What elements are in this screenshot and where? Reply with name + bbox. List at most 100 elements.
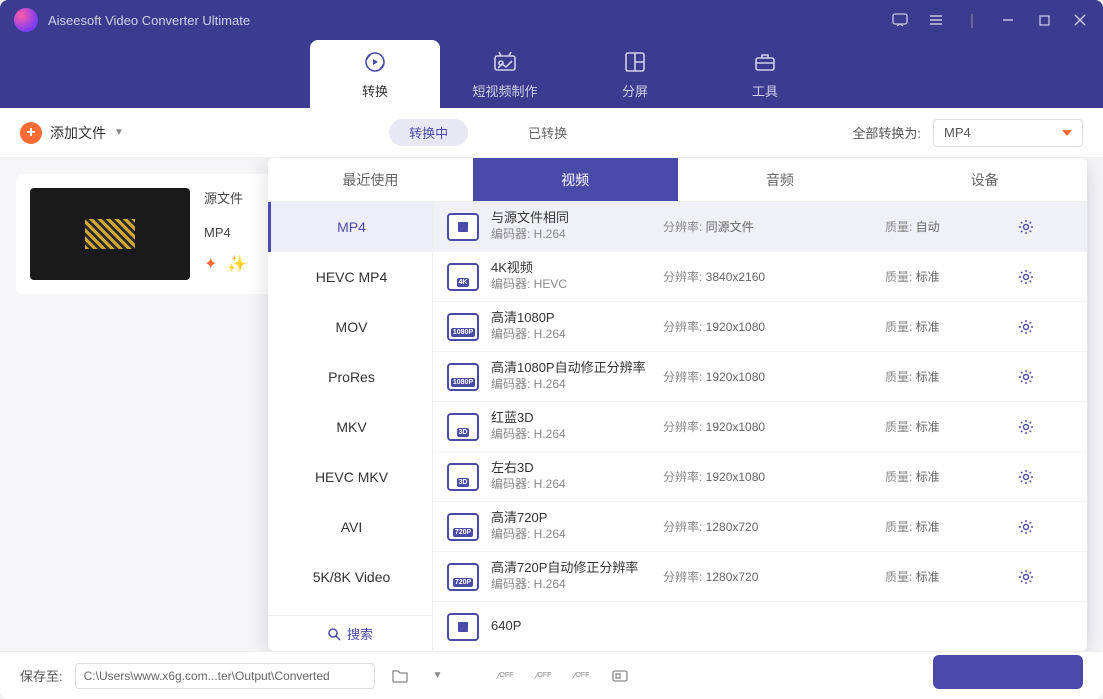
preset-quality: 质量: 标准	[885, 418, 1005, 435]
preset-resolution: 分辨率: 1920x1080	[663, 468, 873, 485]
output-format-select[interactable]: MP4	[933, 119, 1083, 147]
format-search[interactable]: 搜索	[268, 615, 432, 651]
preset-row[interactable]: 720P 高清720P编码器: H.264 分辨率: 1280x720 质量: 标准	[433, 502, 1087, 552]
star-icon[interactable]: ✦	[204, 254, 217, 274]
preset-format-icon: 1080P	[447, 313, 479, 341]
preset-row[interactable]: 4K4K视频编码器: HEVC分辨率: 3840x2160质量: 标准	[433, 252, 1087, 302]
format-category[interactable]: HEVC MKV	[268, 452, 432, 502]
format-tab-video[interactable]: 视频	[473, 158, 678, 201]
browse-folder-button[interactable]	[387, 665, 413, 687]
preset-resolution: 分辨率: 1280x720	[663, 568, 873, 585]
preset-row[interactable]: 640P	[433, 602, 1087, 651]
add-files-button[interactable]: + 添加文件 ▼	[20, 122, 124, 144]
format-tab-audio[interactable]: 音频	[678, 158, 883, 201]
preset-quality: 质量: 标准	[885, 518, 1005, 535]
preset-settings-button[interactable]	[1017, 218, 1035, 236]
tab-converted[interactable]: 已转换	[508, 119, 587, 146]
preset-quality: 质量: 标准	[885, 268, 1005, 285]
video-format: MP4	[204, 225, 247, 240]
format-tab-recent[interactable]: 最近使用	[268, 158, 473, 201]
caret-button[interactable]: ▼	[425, 665, 451, 687]
preset-format-icon: 1080P	[447, 363, 479, 391]
video-thumbnail[interactable]	[30, 188, 190, 280]
preset-title: 高清1080P自动修正分辨率	[491, 360, 651, 377]
tab-mv-label: 短视频制作	[472, 81, 537, 100]
format-category[interactable]: 5K/8K Video	[268, 552, 432, 602]
preset-quality: 质量: 标准	[885, 318, 1005, 335]
preset-settings-button[interactable]	[1017, 518, 1035, 536]
tab-mv[interactable]: 短视频制作	[440, 40, 570, 108]
preset-settings-button[interactable]	[1017, 568, 1035, 586]
add-files-label: 添加文件	[50, 123, 106, 143]
preset-row[interactable]: 与源文件相同编码器: H.264分辨率: 同源文件质量: 自动	[433, 202, 1087, 252]
close-button[interactable]	[1071, 11, 1089, 29]
menu-icon[interactable]	[927, 11, 945, 29]
app-logo	[14, 8, 38, 32]
tab-collage[interactable]: 分屏	[570, 40, 700, 108]
preset-title: 红蓝3D	[491, 410, 651, 427]
format-category[interactable]: MP4	[268, 202, 432, 252]
preset-format-icon	[447, 213, 479, 241]
preset-resolution: 分辨率: 同源文件	[663, 218, 873, 235]
preset-format-icon: 3D	[447, 413, 479, 441]
preset-settings-button[interactable]	[1017, 318, 1035, 336]
toggle-3[interactable]: ⁄OFF	[569, 665, 595, 687]
output-path-input[interactable]: C:\Users\www.x6g.com...ter\Output\Conver…	[75, 663, 375, 689]
tab-convert[interactable]: 转换	[310, 40, 440, 108]
format-tab-device[interactable]: 设备	[882, 158, 1087, 201]
collage-icon	[622, 49, 648, 75]
save-to-label: 保存至:	[20, 666, 63, 685]
format-category[interactable]: MOV	[268, 302, 432, 352]
convert-all-button[interactable]	[933, 655, 1083, 689]
preset-encoder: 编码器: H.264	[491, 327, 651, 343]
format-category[interactable]: MKV	[268, 402, 432, 452]
preset-format-icon	[447, 613, 479, 641]
tab-converting[interactable]: 转换中	[389, 119, 468, 146]
preset-encoder: 编码器: H.264	[491, 527, 651, 543]
preset-row[interactable]: 720P 高清720P自动修正分辨率编码器: H.264 分辨率: 1280x720…	[433, 552, 1087, 602]
preset-format-icon: 720P	[447, 563, 479, 591]
preset-row[interactable]: 3D左右3D编码器: H.264分辨率: 1920x1080质量: 标准	[433, 452, 1087, 502]
plus-icon: +	[20, 122, 42, 144]
gpu-icon[interactable]	[607, 665, 633, 687]
preset-encoder: 编码器: HEVC	[491, 277, 651, 293]
preset-row[interactable]: 1080P高清1080P编码器: H.264分辨率: 1920x1080质量: …	[433, 302, 1087, 352]
format-category[interactable]: ProRes	[268, 352, 432, 402]
preset-settings-button[interactable]	[1017, 418, 1035, 436]
preset-title: 高清720P自动修正分辨率	[491, 560, 651, 577]
preset-row[interactable]: 1080P高清1080P自动修正分辨率编码器: H.264分辨率: 1920x1…	[433, 352, 1087, 402]
preset-title: 与源文件相同	[491, 210, 651, 227]
magic-icon[interactable]: ✨	[227, 254, 247, 274]
format-category[interactable]: AVI	[268, 502, 432, 552]
preset-format-icon: 4K	[447, 263, 479, 291]
feedback-icon[interactable]	[891, 11, 909, 29]
preset-title: 高清720P	[491, 510, 651, 527]
tab-toolbox-label: 工具	[752, 81, 778, 100]
chevron-down-icon: ▼	[114, 127, 124, 138]
preset-settings-button[interactable]	[1017, 468, 1035, 486]
preset-settings-button[interactable]	[1017, 268, 1035, 286]
format-dropdown-panel: 最近使用 视频 音频 设备 MP4HEVC MP4MOVProResMKVHEV…	[268, 158, 1087, 651]
convert-icon	[362, 49, 388, 75]
preset-encoder: 编码器: H.264	[491, 577, 651, 593]
output-format-value: MP4	[944, 125, 971, 140]
preset-encoder: 编码器: H.264	[491, 427, 651, 443]
preset-row[interactable]: 3D红蓝3D编码器: H.264分辨率: 1920x1080质量: 标准	[433, 402, 1087, 452]
preset-resolution: 分辨率: 1920x1080	[663, 318, 873, 335]
tab-convert-label: 转换	[362, 81, 388, 100]
search-label: 搜索	[347, 624, 373, 643]
tab-toolbox[interactable]: 工具	[700, 40, 830, 108]
preset-title: 4K视频	[491, 260, 651, 277]
maximize-button[interactable]	[1035, 11, 1053, 29]
preset-settings-button[interactable]	[1017, 368, 1035, 386]
preset-format-icon: 720P	[447, 513, 479, 541]
minimize-button[interactable]	[999, 11, 1017, 29]
preset-quality: 质量: 标准	[885, 568, 1005, 585]
toggle-2[interactable]: ⁄OFF	[531, 665, 557, 687]
format-category[interactable]: HEVC MP4	[268, 252, 432, 302]
preset-resolution: 分辨率: 1280x720	[663, 518, 873, 535]
preset-format-icon: 3D	[447, 463, 479, 491]
caret-down-icon	[1062, 130, 1072, 136]
toggle-1[interactable]: ⁄OFF	[493, 665, 519, 687]
preset-title: 左右3D	[491, 460, 651, 477]
